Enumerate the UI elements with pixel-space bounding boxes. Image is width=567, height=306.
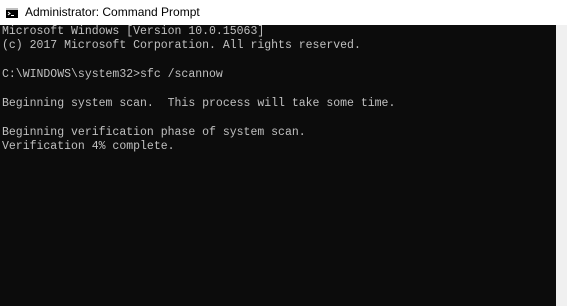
- vertical-scrollbar[interactable]: [556, 25, 567, 306]
- console-line-command: C:\WINDOWS\system32>sfc /scannow: [2, 68, 223, 82]
- window-title: Administrator: Command Prompt: [25, 5, 200, 19]
- console-line-scan-start: Beginning system scan. This process will…: [2, 96, 396, 110]
- cmd-icon[interactable]: [6, 7, 18, 18]
- command-prompt-window: Administrator: Command Prompt Microsoft …: [0, 0, 567, 306]
- title-bar[interactable]: Administrator: Command Prompt: [0, 0, 567, 25]
- console-output[interactable]: Microsoft Windows [Version 10.0.15063] (…: [0, 25, 556, 306]
- console-line-copyright: (c) 2017 Microsoft Corporation. All righ…: [2, 39, 361, 53]
- console-line-verification-phase: Beginning verification phase of system s…: [2, 125, 306, 139]
- console-line-verification-progress: Verification 4% complete.: [2, 140, 175, 154]
- console-line-version: Microsoft Windows [Version 10.0.15063]: [2, 25, 265, 38]
